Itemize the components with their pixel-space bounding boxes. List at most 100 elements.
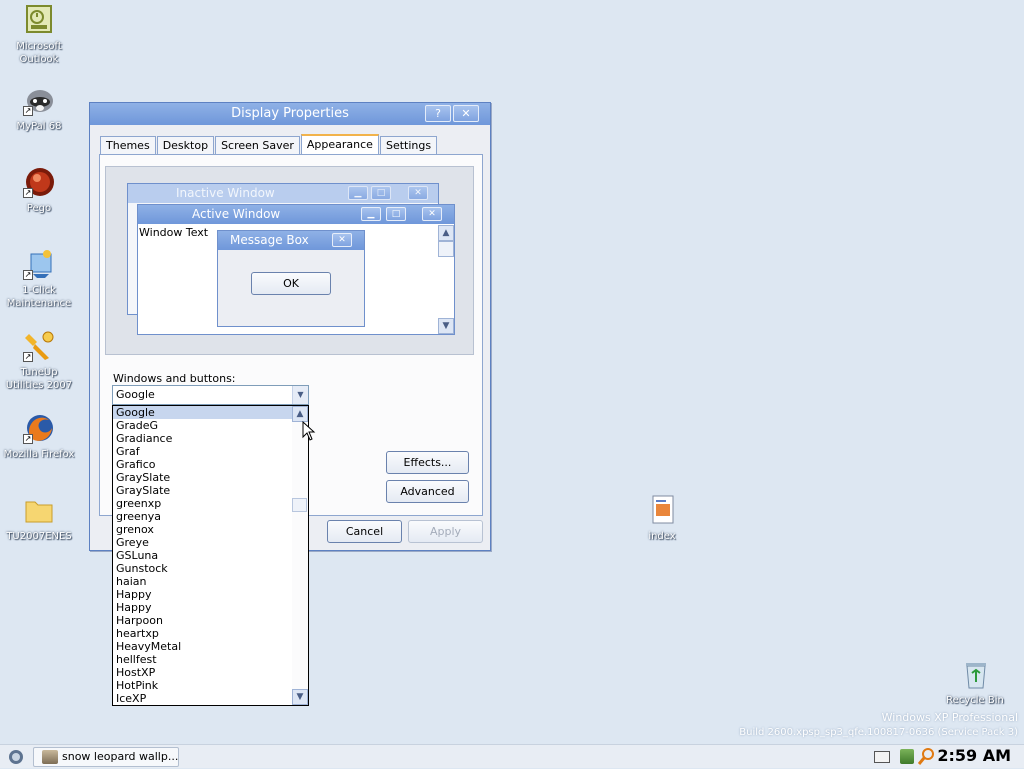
list-item[interactable]: GraySlate (113, 471, 293, 484)
clock[interactable]: 2:59 AM (937, 746, 1011, 766)
close-icon: ✕ (461, 107, 471, 120)
network-icon[interactable] (900, 749, 914, 764)
list-item[interactable]: Greye (113, 536, 293, 549)
close-button[interactable]: ✕ (453, 105, 479, 122)
scroll-down-icon[interactable]: ▼ (292, 689, 308, 705)
preview-inactive-title: Inactive Window (176, 186, 275, 200)
list-item[interactable]: HeavyMetal (113, 640, 293, 653)
folder-icon (23, 494, 55, 526)
search-icon[interactable] (917, 748, 934, 768)
advanced-button[interactable]: Advanced (386, 480, 469, 503)
os-build: Build 2600.xpsp_sp3_qfe.100817-0636 (Ser… (739, 727, 1018, 738)
list-item[interactable]: heartxp (113, 627, 293, 640)
desktop-icon-mypal[interactable]: ↗ MyPal 68 (1, 84, 77, 133)
minimize-icon: ▁ (348, 186, 368, 200)
dialog-titlebar[interactable]: Display Properties ? ✕ (90, 103, 490, 125)
scroll-up-icon[interactable]: ▲ (292, 406, 308, 422)
list-scrollbar[interactable]: ▲ ▼ (292, 406, 308, 705)
os-watermark: Windows XP Professional Build 2600.xpsp_… (739, 710, 1018, 740)
desktop-icon-label: Pego (26, 203, 52, 214)
desktop-icon-label: Microsoft Outlook (16, 41, 62, 65)
desktop-icon-index[interactable]: index (624, 494, 700, 543)
preview-active-title: Active Window (192, 207, 281, 221)
scroll-thumb (438, 241, 454, 257)
appearance-preview: Inactive Window ▁ □ ✕ Active Window ▁ □ … (105, 166, 474, 355)
pego-icon: ↗ (23, 166, 55, 198)
desktop-icon-folder[interactable]: TU2007ENES (1, 494, 77, 543)
tab-appearance[interactable]: Appearance (300, 134, 379, 155)
shortcut-arrow-icon: ↗ (23, 106, 33, 116)
shortcut-arrow-icon: ↗ (23, 352, 33, 362)
help-icon: ? (435, 107, 441, 120)
list-item[interactable]: HostXP (113, 666, 293, 679)
message-box-titlebar: Message Box ✕ (218, 231, 364, 250)
close-icon: ✕ (408, 186, 428, 200)
list-item[interactable]: Harpoon (113, 614, 293, 627)
list-item[interactable]: Happy (113, 588, 293, 601)
preview-window-text: Window Text (139, 226, 209, 239)
desktop-icon-label: MyPal 68 (16, 121, 62, 132)
shortcut-arrow-icon: ↗ (23, 188, 33, 198)
desktop-icon-pego[interactable]: ↗ Pego (1, 166, 77, 215)
close-icon: ✕ (332, 233, 352, 247)
shortcut-arrow-icon: ↗ (23, 434, 33, 444)
chevron-down-icon[interactable]: ▼ (292, 386, 308, 404)
tab-desktop[interactable]: Desktop (156, 136, 215, 155)
list-item[interactable]: greenxp (113, 497, 293, 510)
list-item[interactable]: Gradiance (113, 432, 293, 445)
desktop-icon-outlook[interactable]: Microsoft Outlook (1, 4, 77, 66)
list-item[interactable]: Gunstock (113, 562, 293, 575)
windows-buttons-value: Google (116, 388, 155, 401)
apply-button[interactable]: Apply (408, 520, 483, 543)
preview-ok-button: OK (251, 272, 331, 295)
list-item[interactable]: HotPink (113, 679, 293, 692)
list-item[interactable]: GradeG (113, 419, 293, 432)
effects-button[interactable]: Effects... (386, 451, 469, 474)
list-item[interactable]: greenya (113, 510, 293, 523)
taskbar-item[interactable]: snow leopard wallp... (33, 747, 179, 767)
os-edition: Windows XP Professional (881, 711, 1018, 724)
minimize-icon: ▁ (361, 207, 381, 221)
desktop-icon-label: TuneUp Utilities 2007 (5, 367, 73, 391)
cancel-button[interactable]: Cancel (327, 520, 402, 543)
desktop-icon-label: TU2007ENES (6, 531, 72, 542)
tab-themes[interactable]: Themes (100, 136, 156, 155)
style-dropdown-list[interactable]: Google GradeG Gradiance Graf Grafico Gra… (112, 405, 309, 706)
maintenance-icon: ↗ (23, 248, 55, 280)
desktop-icon-recycle-bin[interactable]: Recycle Bin (937, 658, 1013, 707)
maximize-icon: □ (371, 186, 391, 200)
desktop-icon-label: Mozilla Firefox (3, 449, 75, 460)
preview-inactive-titlebar: Inactive Window ▁ □ ✕ (128, 184, 438, 203)
desktop-icon-tuneup[interactable]: ↗ TuneUp Utilities 2007 (1, 330, 77, 392)
list-item[interactable]: hellfest (113, 653, 293, 666)
preview-message-box: Message Box ✕ OK (217, 230, 365, 327)
taskbar-item-label: snow leopard wallp... (62, 750, 179, 763)
close-icon: ✕ (422, 207, 442, 221)
start-button[interactable] (6, 748, 26, 766)
keyboard-icon[interactable] (874, 751, 890, 763)
document-icon (646, 494, 678, 526)
recycle-bin-icon (959, 658, 991, 690)
list-item[interactable]: grenox (113, 523, 293, 536)
firefox-icon: ↗ (23, 412, 55, 444)
list-item[interactable]: Google (113, 406, 293, 419)
desktop-icon-1click[interactable]: ↗ 1-Click Maintenance (1, 248, 77, 310)
list-item[interactable]: GSLuna (113, 549, 293, 562)
tab-settings[interactable]: Settings (379, 136, 438, 155)
list-item[interactable]: haian (113, 575, 293, 588)
help-button[interactable]: ? (425, 105, 451, 122)
windows-buttons-label: Windows and buttons: (113, 372, 236, 385)
preview-active-window: Active Window ▁ □ ✕ Window Text ▲ ▼ Mess… (137, 204, 455, 335)
list-item[interactable]: Graf (113, 445, 293, 458)
mouse-cursor-icon (302, 420, 316, 444)
scroll-thumb[interactable] (292, 498, 307, 512)
list-item[interactable]: Happy (113, 601, 293, 614)
list-item[interactable]: GraySlate (113, 484, 293, 497)
desktop-icon-firefox[interactable]: ↗ Mozilla Firefox (1, 412, 77, 461)
tab-screen-saver[interactable]: Screen Saver (215, 136, 300, 155)
desktop-icon-label: 1-Click Maintenance (6, 285, 72, 309)
preview-active-titlebar: Active Window ▁ □ ✕ (138, 205, 454, 224)
windows-buttons-select[interactable]: Google ▼ (112, 385, 309, 405)
list-item[interactable]: IceXP (113, 692, 293, 705)
list-item[interactable]: Grafico (113, 458, 293, 471)
